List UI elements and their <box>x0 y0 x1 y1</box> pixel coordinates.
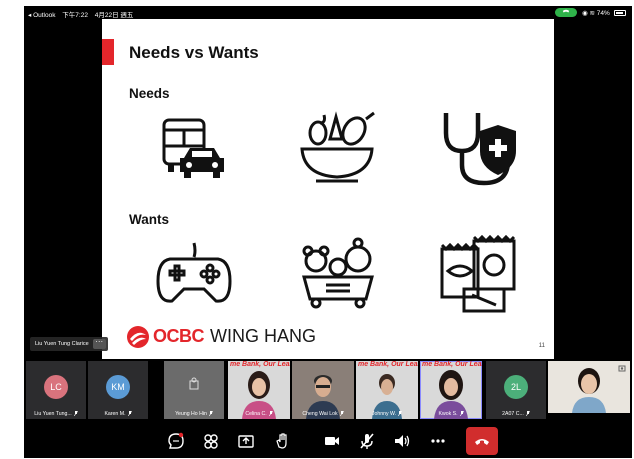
camera-off-icon <box>189 377 199 390</box>
mic-muted-icon <box>73 411 78 416</box>
chat-button[interactable] <box>166 431 186 451</box>
raise-hand-button[interactable] <box>272 431 292 451</box>
presenter-name: Liu Yuen Tung Clarice <box>35 341 89 347</box>
participant-strip: LC Liu Yuen Tung... KM Karen M. Yeung Ho… <box>24 358 632 422</box>
mic-muted-icon <box>339 411 344 416</box>
ocbc-logo-icon <box>127 326 149 348</box>
slide-page-number: 11 <box>538 343 545 349</box>
brand-name-red: OCBC <box>153 326 205 346</box>
mic-muted-icon <box>525 411 530 416</box>
participant-name: Cheng Wai Lok <box>292 411 354 417</box>
participant-name: Yeung Ho Hin <box>164 411 224 417</box>
section-wants-heading: Wants <box>129 212 169 227</box>
participants-icon <box>204 434 218 449</box>
back-to-app-link[interactable]: ◂ Outlook <box>28 12 55 19</box>
participant-tile[interactable]: Yeung Ho Hin <box>164 361 224 419</box>
participant-tile[interactable]: 2L 2A07 C... <box>486 361 546 419</box>
participant-video-tile[interactable]: Cheng Wai Lok <box>292 361 354 419</box>
status-date: 4月22日 週五 <box>94 12 134 19</box>
leave-meeting-button[interactable] <box>466 427 498 455</box>
self-view-video[interactable] <box>548 361 630 413</box>
participant-name: Liu Yuen Tung... <box>26 411 86 417</box>
wifi-icon: ◉ ≋ <box>582 10 595 17</box>
food-bowl-icon <box>300 111 375 183</box>
more-options-button[interactable]: ··· <box>92 338 106 349</box>
mute-button[interactable] <box>357 431 377 451</box>
share-screen-button[interactable] <box>236 431 256 451</box>
slide-accent-bar <box>102 39 114 65</box>
speaker-icon <box>395 435 410 447</box>
mic-muted-icon <box>398 411 403 416</box>
participant-tile[interactable]: LC Liu Yuen Tung... <box>26 361 86 419</box>
share-icon <box>238 435 254 448</box>
section-needs-heading: Needs <box>129 86 170 101</box>
participants-button[interactable] <box>201 431 221 451</box>
speaker-button[interactable] <box>392 431 412 451</box>
avatar: 2L <box>504 375 528 399</box>
phone-icon <box>562 9 570 13</box>
slide-title: Needs vs Wants <box>129 43 259 62</box>
meeting-toolbar <box>24 424 632 458</box>
video-background-banner: me Bank, Our Learn <box>358 361 418 368</box>
tablet-screen: ◂ Outlook 下午7:22 4月22日 週五 ◉ ≋ 74% Needs … <box>24 6 632 458</box>
mic-muted-icon <box>268 411 273 416</box>
mic-muted-icon <box>127 411 132 416</box>
end-call-icon <box>475 439 489 445</box>
participant-video-tile[interactable]: me Bank, Our Learn Celina C. <box>228 361 290 419</box>
participant-video-tile-active[interactable]: me Bank, Our Learn Kwok S. <box>420 361 482 419</box>
participant-name: Johnny W. <box>356 411 418 417</box>
switch-camera-icon[interactable] <box>618 364 626 372</box>
avatar: LC <box>44 375 68 399</box>
more-icon <box>431 439 445 443</box>
camera-button[interactable] <box>322 431 342 451</box>
raise-hand-icon <box>276 433 287 449</box>
self-video <box>572 368 606 413</box>
health-insurance-icon <box>443 113 516 186</box>
participant-video-tile[interactable]: me Bank, Our Learn Johnny W. <box>356 361 418 419</box>
mic-muted-icon <box>459 411 464 416</box>
game-controller-icon <box>156 242 232 303</box>
battery-icon <box>613 10 626 16</box>
avatar: KM <box>106 375 130 399</box>
more-button[interactable] <box>428 431 448 451</box>
battery-level: 74% <box>596 10 610 17</box>
mic-muted-icon <box>208 411 213 416</box>
shared-slide: Needs vs Wants Needs Wants OCBC WING HAN… <box>102 19 554 359</box>
transport-icon <box>162 118 224 178</box>
participant-tile[interactable]: KM Karen M. <box>88 361 148 419</box>
participant-name: 2A07 C... <box>486 411 546 417</box>
call-pill[interactable] <box>555 8 577 17</box>
brand-name-dark: WING HANG <box>210 326 316 346</box>
status-bar: ◂ Outlook 下午7:22 4月22日 週五 ◉ ≋ 74% <box>24 6 632 19</box>
participant-name: Karen M. <box>88 411 148 417</box>
participant-name: Celina C. <box>228 411 290 417</box>
participant-name: Kwok S. <box>420 411 482 417</box>
toys-icon <box>302 237 374 309</box>
snacks-icon <box>440 234 516 313</box>
presenter-name-tag: Liu Yuen Tung Clarice ··· <box>30 337 108 351</box>
chat-icon <box>168 432 184 449</box>
mic-muted-icon <box>360 433 374 449</box>
camera-icon <box>325 437 339 445</box>
status-time: 下午7:22 <box>62 12 88 19</box>
